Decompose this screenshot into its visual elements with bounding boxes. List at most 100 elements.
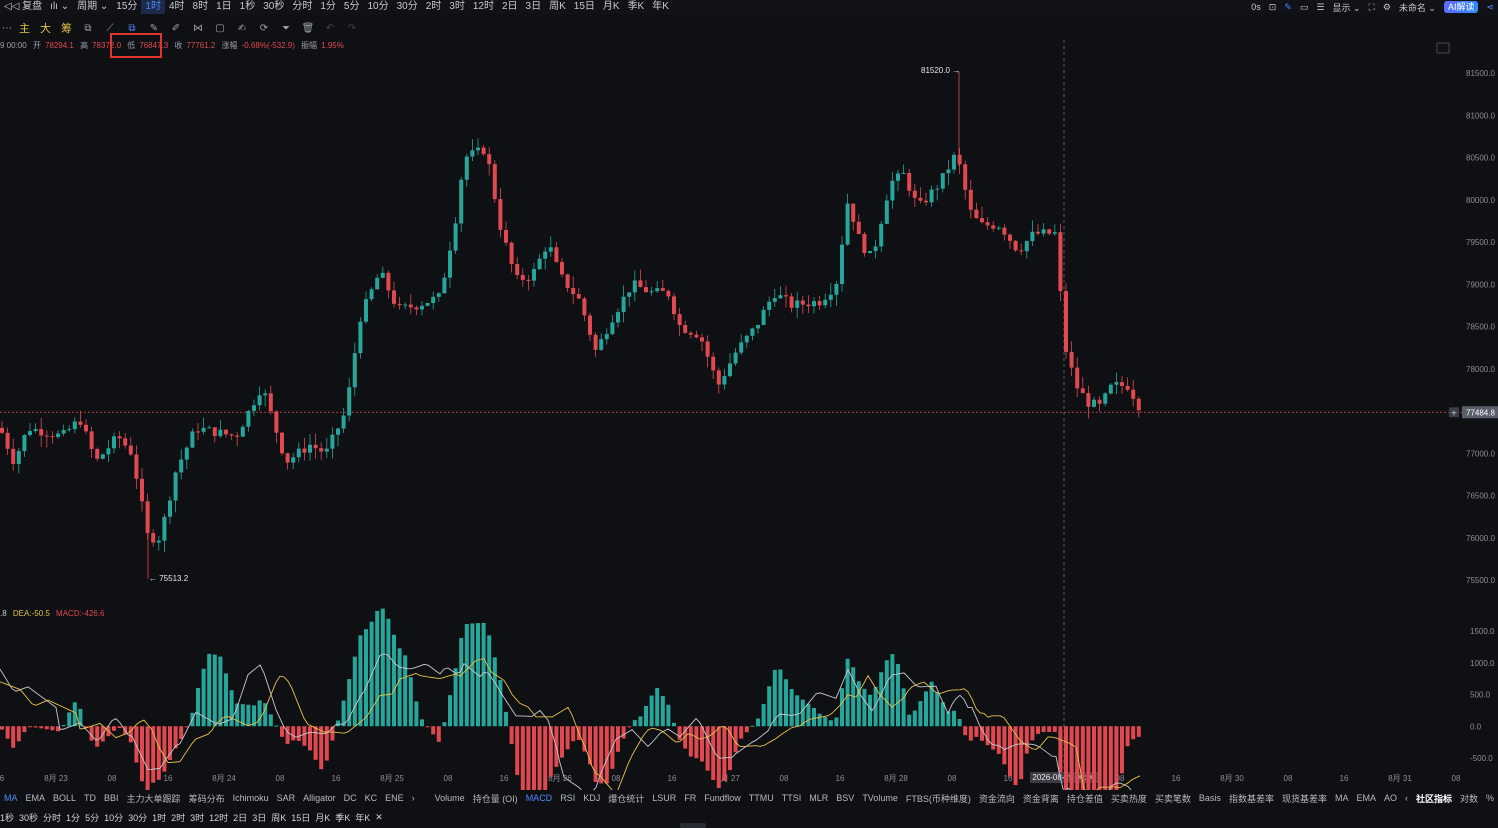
candle-body	[1120, 382, 1124, 386]
bottom-timeframe-tab[interactable]: 2日	[233, 811, 252, 824]
sub-indicator-tab[interactable]: TTMU	[745, 793, 778, 803]
bottom-timeframe-tab[interactable]: 5分	[85, 811, 104, 824]
sub-indicator-tab[interactable]: %	[1482, 793, 1498, 803]
sub-indicator-tab[interactable]: 社区指标	[1412, 792, 1456, 805]
candle-body	[604, 334, 609, 340]
sub-indicator-tab[interactable]: RSI	[556, 793, 579, 803]
main-indicator-tab[interactable]: ENE	[381, 793, 408, 803]
bottom-timeframe-tab[interactable]: 1分	[66, 811, 85, 824]
main-indicator-tab[interactable]: 筹码分布	[185, 792, 229, 805]
sub-indicator-tab[interactable]: Volume	[431, 793, 469, 803]
sub-indicator-tab[interactable]: KDJ	[579, 793, 604, 803]
main-indicator-tab[interactable]: KC	[361, 793, 382, 803]
macd-bar	[470, 623, 475, 727]
main-indicator-tab[interactable]: SAR	[273, 793, 300, 803]
bottom-timeframe-tab[interactable]: 1时	[152, 811, 171, 824]
sub-indicator-tab[interactable]: LSUR	[648, 793, 680, 803]
macd-bar	[313, 726, 318, 760]
sub-indicator-tab[interactable]: ‹	[1401, 793, 1412, 803]
macd-bar	[901, 688, 906, 727]
bottom-timeframe-tab[interactable]: 2时	[171, 811, 190, 824]
sub-indicator-tab[interactable]: 持仓量 (OI)	[469, 792, 522, 805]
main-indicator-tab[interactable]: ›	[408, 793, 419, 803]
bottom-timeframe-tab[interactable]: 12时	[209, 811, 233, 824]
sub-indicator-tab[interactable]: 资金流向	[975, 792, 1019, 805]
candle-body	[1086, 393, 1091, 407]
max-price-label: 81520.0 →	[921, 66, 960, 75]
sub-indicator-tab[interactable]: 买卖热度	[1107, 792, 1151, 805]
sub-indicator-tab[interactable]: TVolume	[858, 793, 902, 803]
bottom-timeframe-tab[interactable]: 15日	[291, 811, 315, 824]
macd-bar	[957, 719, 962, 727]
bottom-timeframe-tab[interactable]: 月K	[315, 811, 335, 824]
macd-bar	[151, 726, 156, 783]
candle-body	[240, 426, 245, 437]
main-indicator-tab[interactable]: DC	[340, 793, 361, 803]
sub-indicator-tab[interactable]: AO	[1380, 793, 1401, 803]
sub-indicator-tab[interactable]: BSV	[832, 793, 858, 803]
bottom-timeframe-tab[interactable]: 季K	[335, 811, 355, 824]
macd-bar	[212, 654, 217, 727]
sub-indicator-tab[interactable]: MA	[1331, 793, 1353, 803]
candle-body	[632, 280, 637, 293]
sub-indicator-tab[interactable]: 现货基差率	[1278, 792, 1331, 805]
bottom-timeframe-tab[interactable]: 30分	[128, 811, 152, 824]
time-tick-label: 08	[612, 774, 621, 783]
main-indicator-tab[interactable]: BBI	[100, 793, 123, 803]
macd-bar	[638, 716, 643, 727]
main-indicator-tab[interactable]: Alligator	[299, 793, 340, 803]
main-indicator-tab[interactable]: BOLL	[49, 793, 80, 803]
bottom-timeframe-tab[interactable]: 3日	[252, 811, 271, 824]
sub-indicator-tab[interactable]: 爆仓统计	[604, 792, 648, 805]
macd-bar	[218, 656, 223, 727]
sub-indicator-tab[interactable]: Fundflow	[700, 793, 745, 803]
bottom-timeframe-tab[interactable]: 年K	[355, 811, 375, 824]
bottom-timeframe-tab[interactable]: 分时	[43, 811, 66, 824]
candle-body	[560, 261, 564, 275]
candle-body	[638, 280, 643, 288]
sub-indicator-tab[interactable]: 对数	[1456, 792, 1482, 805]
candle-body	[28, 431, 32, 435]
macd-bar	[112, 726, 116, 731]
main-indicator-tab[interactable]: EMA	[22, 793, 50, 803]
candle-body	[392, 290, 396, 304]
candle-body	[476, 147, 480, 151]
bottom-timeframe-tab[interactable]: 周K	[271, 811, 291, 824]
main-indicator-tab[interactable]: Ichimoku	[229, 793, 273, 803]
macd-bar	[946, 711, 951, 727]
candle-body	[397, 303, 402, 306]
main-indicator-tab[interactable]: MA	[0, 793, 22, 803]
close-icon[interactable]: ✕	[375, 812, 388, 823]
candle-body	[375, 277, 380, 290]
candle-body	[532, 269, 536, 281]
macd-legend: .8 DEA:-50.5 MACD:-426.6	[0, 609, 105, 618]
time-tick-label: 16	[668, 774, 677, 783]
main-indicator-tab[interactable]: TD	[80, 793, 100, 803]
macd-bar	[296, 726, 301, 741]
sub-indicator-tab[interactable]: 买卖笔数	[1151, 792, 1195, 805]
price-chart[interactable]: 81500.0 81000.0 80500.0 80000.0 79500.0 79000…	[0, 0, 1498, 790]
sub-indicator-tab[interactable]: FR	[680, 793, 700, 803]
bottom-timeframe-tab[interactable]: 10分	[104, 811, 128, 824]
candle-body	[1030, 231, 1035, 242]
sub-indicator-tab[interactable]: EMA	[1352, 793, 1380, 803]
sub-indicator-tab[interactable]: 持仓差值	[1063, 792, 1107, 805]
sub-indicator-tab[interactable]: 资金背离	[1019, 792, 1063, 805]
macd-bar	[1002, 726, 1007, 765]
sub-indicator-tab[interactable]: 指数基差率	[1225, 792, 1278, 805]
candle-body	[386, 272, 391, 291]
price-tick-label: 77000.0	[1466, 449, 1495, 458]
macd-bar	[1030, 726, 1035, 741]
resize-handle[interactable]	[680, 823, 706, 828]
sub-indicator-tab[interactable]: TTSI	[778, 793, 806, 803]
sub-indicator-tab[interactable]: MLR	[805, 793, 832, 803]
bottom-timeframe-tab[interactable]: 30秒	[19, 811, 43, 824]
sub-indicator-tab[interactable]: FTBS(币种维度)	[902, 792, 975, 805]
bottom-timeframe-tab[interactable]: 3时	[190, 811, 209, 824]
main-indicator-tab[interactable]: 主力大单跟踪	[123, 792, 185, 805]
sub-indicator-tab[interactable]: Basis	[1195, 793, 1225, 803]
macd-bar	[509, 726, 514, 744]
bottom-timeframe-tab[interactable]: 1秒	[0, 811, 19, 824]
sub-indicator-tab[interactable]: MACD	[522, 793, 557, 803]
macd-bar	[756, 718, 760, 727]
